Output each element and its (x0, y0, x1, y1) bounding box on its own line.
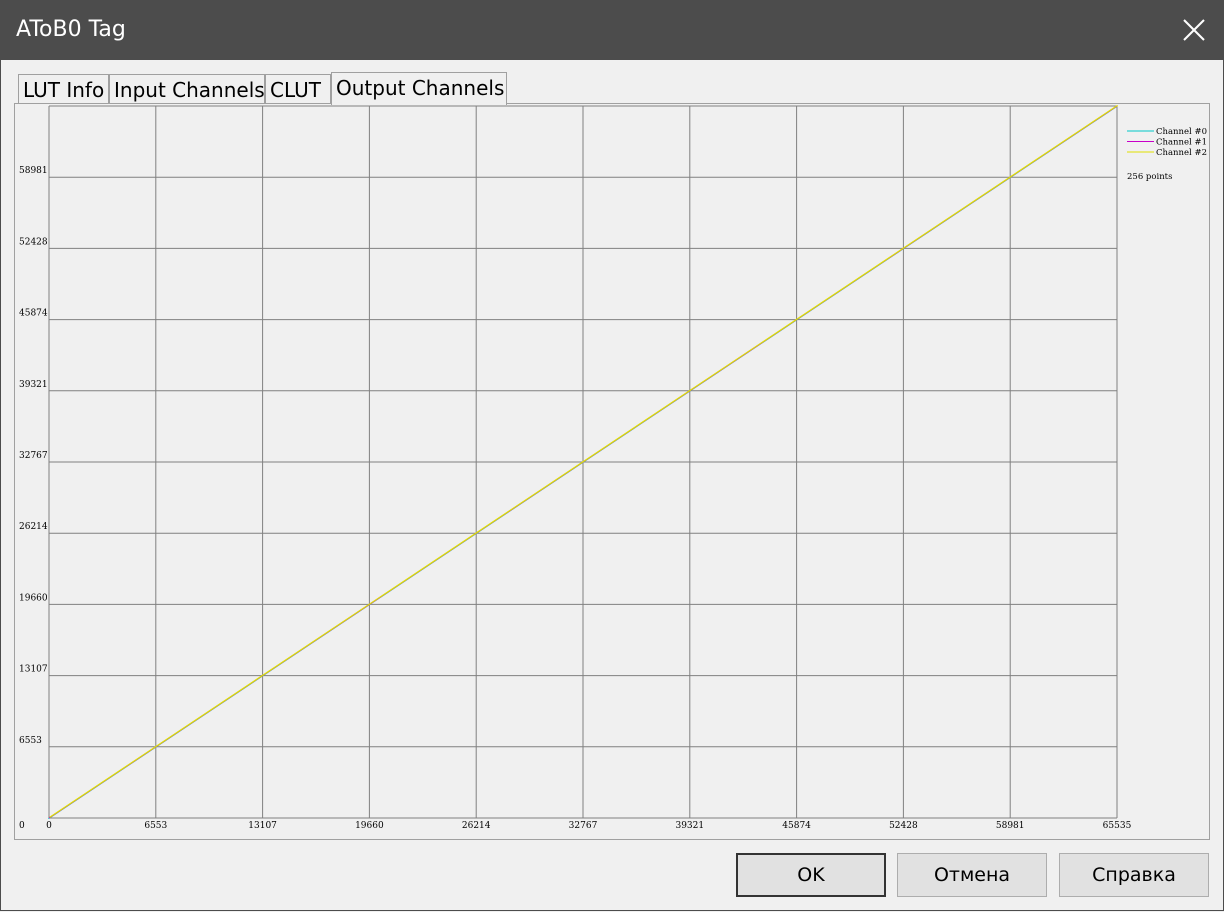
output-channels-panel: 0 6553 13107 19660 26214 32767 39321 45874 52428… (14, 103, 1210, 840)
x-tick-label: 0 (46, 821, 52, 831)
close-icon (1183, 19, 1205, 41)
x-tick-label: 32767 (569, 821, 598, 831)
legend-entry: Channel #1 (1156, 138, 1207, 148)
x-tick-label: 26214 (462, 821, 491, 831)
help-button[interactable]: Справка (1059, 853, 1209, 897)
close-button[interactable] (1164, 0, 1224, 60)
x-tick-label: 52428 (889, 821, 918, 831)
cancel-button[interactable]: Отмена (897, 853, 1047, 897)
tab-lut-info[interactable]: LUT Info (18, 74, 109, 104)
y-tick-label: 52428 (19, 237, 48, 247)
x-tick-label: 6553 (144, 821, 167, 831)
y-tick-label: 58981 (19, 166, 48, 176)
ok-button[interactable]: OK (736, 853, 886, 897)
y-tick-label: 13107 (19, 665, 48, 675)
y-tick-label: 6553 (19, 736, 42, 746)
y-tick-label: 19660 (19, 593, 48, 603)
legend-entry: Channel #0 (1156, 127, 1207, 137)
y-tick-label: 32767 (19, 451, 48, 461)
x-tick-label: 39321 (675, 821, 704, 831)
x-tick-label: 58981 (996, 821, 1025, 831)
output-channels-chart: 0 6553 13107 19660 26214 32767 39321 45874 52428… (19, 104, 1207, 831)
y-tick-label: 65535 (19, 104, 48, 105)
tab-clut[interactable]: CLUT (265, 74, 331, 104)
x-tick-label: 13107 (248, 821, 277, 831)
title-bar: AToB0 Tag (0, 0, 1224, 60)
points-count-label: 256 points (1127, 172, 1172, 182)
tab-output-channels[interactable]: Output Channels (331, 72, 507, 105)
x-tick-label: 65535 (1103, 821, 1132, 831)
tab-input-channels[interactable]: Input Channels (109, 74, 265, 104)
window-title: AToB0 Tag (16, 17, 126, 42)
y-tick-label: 0 (19, 821, 25, 831)
x-tick-label: 19660 (355, 821, 384, 831)
legend-entry: Channel #2 (1156, 148, 1207, 158)
x-tick-label: 45874 (782, 821, 811, 831)
y-tick-label: 26214 (19, 522, 48, 532)
y-tick-label: 39321 (19, 380, 48, 390)
y-tick-label: 45874 (19, 309, 48, 319)
